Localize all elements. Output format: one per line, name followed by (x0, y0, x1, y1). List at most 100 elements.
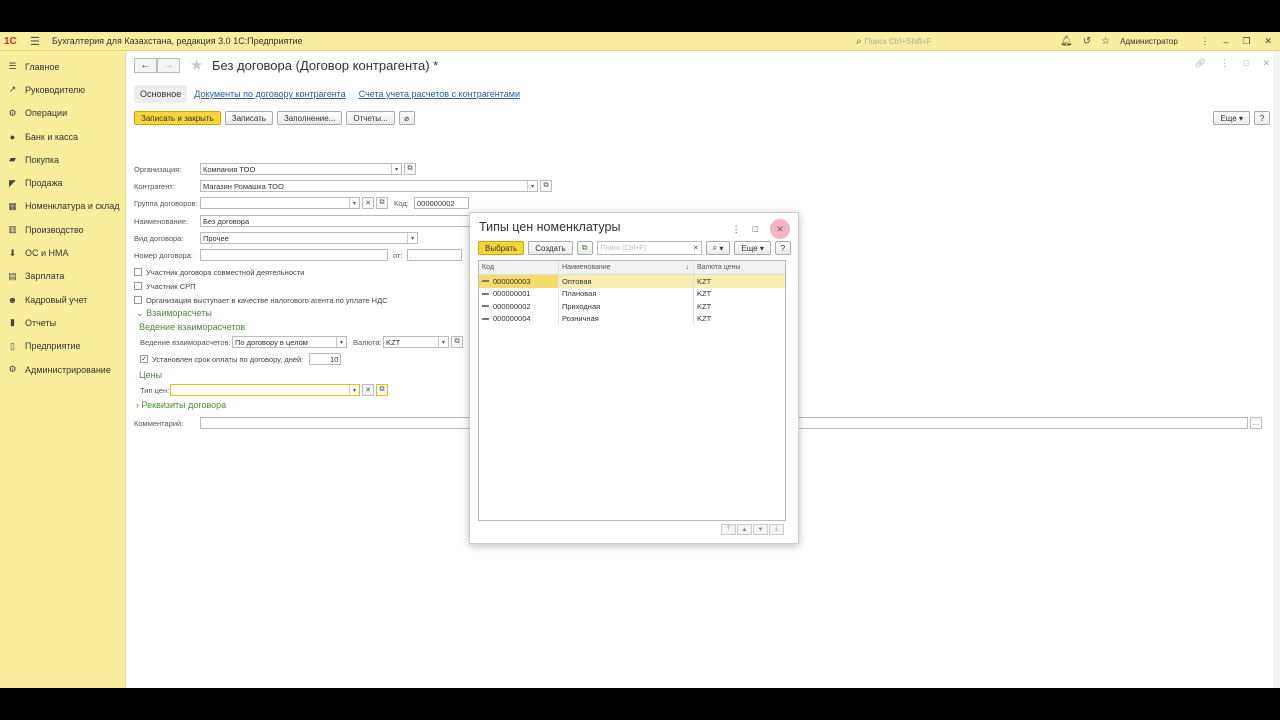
dropdown-icon[interactable]: ▾ (391, 164, 401, 174)
open-icon[interactable]: ⧉ (540, 180, 552, 192)
sidebar-item-reports[interactable]: ▮ Отчеты (0, 311, 125, 334)
tax-agent-checkbox[interactable] (134, 296, 142, 304)
settlements-field[interactable]: По договору в целом ▾ (232, 336, 347, 348)
close-icon[interactable]: ✕ (1262, 58, 1270, 69)
last-page-icon[interactable]: ⤓ (769, 524, 784, 535)
table-row[interactable]: 000000001 Плановая KZT (479, 287, 785, 300)
date-field[interactable]: . . (407, 249, 462, 261)
link-icon[interactable]: 🔗︎ (1195, 58, 1206, 69)
sidebar-item-production[interactable]: ▥ Производство (0, 218, 125, 241)
select-button[interactable]: Выбрать (478, 241, 525, 255)
dropdown-icon[interactable]: ▾ (407, 233, 417, 243)
group-field[interactable]: ▾ (200, 197, 360, 209)
clear-icon[interactable]: ✕ (362, 384, 374, 396)
sidebar-item-admin[interactable]: ⚙ Администрирование (0, 358, 125, 381)
help-button[interactable]: ? (1254, 111, 1270, 125)
code-field[interactable]: 000000002 (414, 197, 469, 209)
dialog-more-button[interactable]: Еще ▾ (734, 241, 771, 255)
table-row[interactable]: 000000003 Оптовая KZT (479, 275, 785, 288)
star-icon[interactable]: ★ (190, 56, 203, 74)
favorites-icon[interactable]: ☆ (1101, 36, 1110, 47)
sidebar-item-salary[interactable]: ▤ Зарплата (0, 265, 125, 288)
restore-icon[interactable]: □ (753, 224, 758, 234)
sidebar-item-manager[interactable]: ↗ Руководителю (0, 78, 125, 101)
tab-documents[interactable]: Документы по договору контрагента (188, 85, 351, 103)
srp-label: Участник СРП (146, 281, 196, 291)
close-icon[interactable]: ✕ (1264, 36, 1272, 47)
minimize-icon[interactable]: – (1223, 37, 1228, 47)
sidebar-item-personnel[interactable]: ☻ Кадровый учет (0, 288, 125, 311)
payment-term-checkbox[interactable]: ✓ (140, 355, 148, 363)
dropdown-icon[interactable]: ▾ (527, 181, 537, 191)
table-row[interactable]: 000000004 Розничная KZT (479, 312, 785, 325)
bell-icon[interactable]: 🔔︎ (1060, 36, 1073, 47)
open-icon[interactable]: ⧉ (376, 197, 388, 209)
close-icon[interactable]: ✕ (770, 219, 790, 239)
dropdown-icon[interactable]: ▾ (349, 198, 359, 208)
srp-checkbox[interactable] (134, 282, 142, 290)
user-name[interactable]: Администратор (1120, 37, 1178, 46)
restore-icon[interactable]: ❐ (1242, 36, 1250, 47)
open-icon[interactable]: ⧉ (376, 384, 388, 396)
scrollbar[interactable] (1273, 51, 1280, 688)
price-type-field[interactable]: ▾ (170, 384, 360, 396)
tab-main[interactable]: Основное (134, 85, 188, 103)
requisites-section-label: Реквизиты договора (141, 400, 227, 410)
contractor-field[interactable]: Магазин Ромашка ТОО ▾ (200, 180, 538, 192)
forward-arrow-icon[interactable]: → (157, 58, 180, 73)
create-button[interactable]: Создать (528, 241, 573, 255)
open-icon[interactable]: ⧉ (404, 163, 416, 175)
sidebar-item-sales[interactable]: ◤ Продажа (0, 171, 125, 194)
sidebar-item-main[interactable]: ☰ Главное (0, 55, 125, 78)
attach-icon[interactable]: ⌀ (398, 111, 415, 125)
clear-icon[interactable]: ✕ (693, 244, 699, 252)
table-row[interactable]: 000000002 Приходная KZT (479, 300, 785, 313)
sidebar-item-operations[interactable]: ⚙ Операции (0, 102, 125, 125)
requisites-section[interactable]: › Реквизиты договора (136, 400, 226, 410)
more-button[interactable]: Еще ▾ (1213, 111, 1250, 125)
more-menu-icon[interactable]: ⋮ (732, 224, 741, 235)
settlements-section[interactable]: ⌄ Взаиморасчеты (136, 308, 212, 319)
sidebar-item-assets[interactable]: ⬇ ОС и НМА (0, 241, 125, 264)
sidebar-item-enterprise[interactable]: ▯ Предприятие (0, 335, 125, 358)
reports-button[interactable]: Отчеты... (346, 111, 395, 125)
global-search[interactable]: ⌕ Поиск Ctrl+Shift+F (856, 34, 1054, 49)
column-currency[interactable]: Валюта цены (694, 261, 784, 274)
clear-icon[interactable]: ✕ (362, 197, 374, 209)
sidebar-item-purchase[interactable]: ▰ Покупка (0, 148, 125, 171)
more-menu-icon[interactable]: ⋮ (1220, 58, 1229, 69)
page-down-icon[interactable]: ▼ (753, 524, 768, 535)
joint-activity-checkbox[interactable] (134, 268, 142, 276)
dropdown-icon[interactable]: ▾ (336, 337, 346, 347)
first-page-icon[interactable]: ⤒ (721, 524, 736, 535)
number-field[interactable] (200, 249, 388, 261)
restore-icon[interactable]: □ (1243, 58, 1248, 69)
dialog-search-input[interactable]: Поиск (Ctrl+F) ✕ (596, 241, 702, 255)
open-icon[interactable]: ⧉ (451, 336, 463, 348)
org-field[interactable]: Компания ТОО ▾ (200, 163, 402, 175)
save-close-button[interactable]: Записать и закрыть (134, 111, 221, 125)
sidebar-item-bank[interactable]: ● Банк и касса (0, 125, 125, 148)
history-icon[interactable]: ↺ (1083, 36, 1091, 47)
save-button[interactable]: Записать (224, 111, 273, 125)
kind-field[interactable]: Прочее ▾ (200, 232, 418, 244)
dropdown-icon[interactable]: ▾ (438, 337, 448, 347)
back-arrow-icon[interactable]: ← (134, 58, 157, 73)
sidebar-item-nomenclature[interactable]: ▦ Номенклатура и склад (0, 195, 125, 218)
page-up-icon[interactable]: ▲ (737, 524, 752, 535)
more-menu-icon[interactable]: ⋮ (1200, 36, 1209, 47)
payment-days-field[interactable]: 10 (309, 353, 342, 365)
dropdown-icon[interactable]: ▾ (349, 385, 359, 395)
copy-icon[interactable]: ⧉ (576, 241, 593, 255)
tab-accounts[interactable]: Счета учета расчетов с контрагентами (353, 85, 526, 103)
main-menu-icon[interactable]: ☰ (30, 35, 44, 48)
column-name[interactable]: Наименование ↓ (559, 261, 694, 274)
currency-field[interactable]: KZT ▾ (383, 336, 449, 348)
fill-button[interactable]: Заполнение... (276, 111, 343, 125)
row-code: 000000001 (493, 289, 531, 299)
column-code[interactable]: Код (479, 261, 559, 274)
search-options-button[interactable]: ⌕ ▾ (705, 241, 731, 255)
tax-agent-label: Организация выступает в качестве налогов… (146, 295, 388, 305)
ellipsis-icon[interactable]: … (1250, 417, 1262, 429)
dialog-help-button[interactable]: ? (774, 241, 791, 255)
